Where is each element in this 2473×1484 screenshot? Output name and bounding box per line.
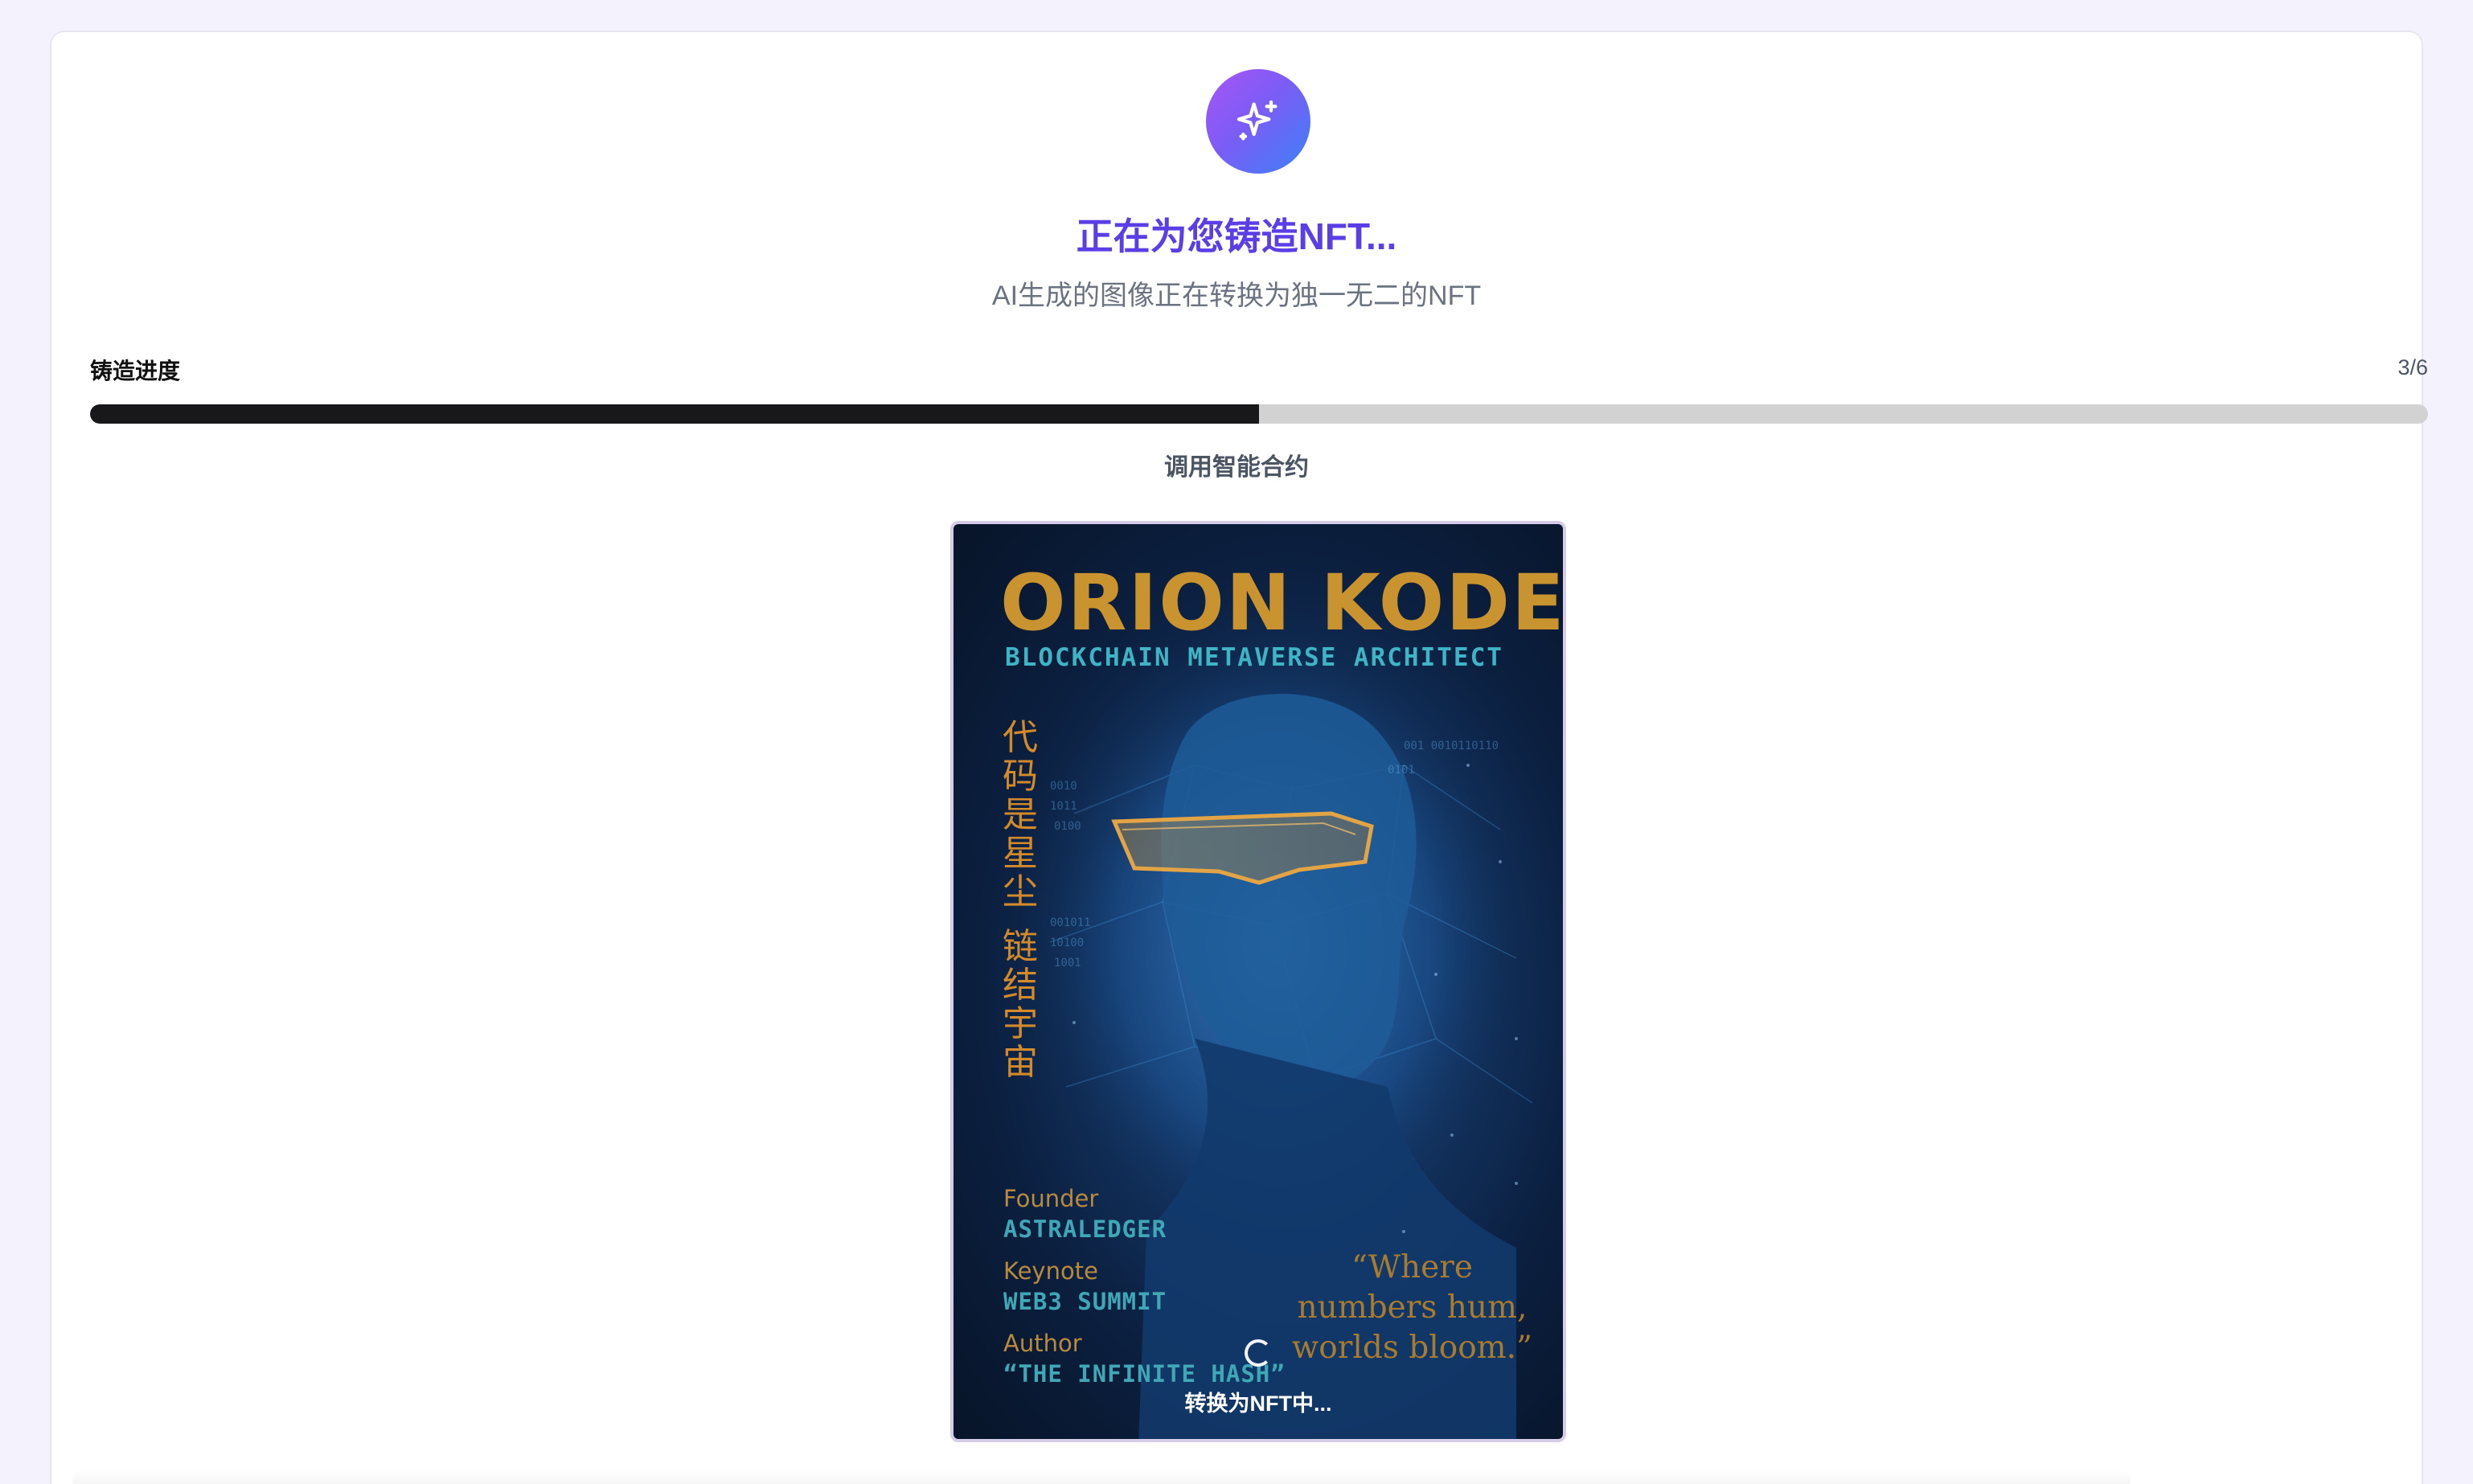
card-bottom-shadow (72, 1470, 2131, 1484)
svg-text:10100: 10100 (1050, 937, 1084, 949)
progress-bar-fill (90, 404, 1259, 424)
poster-title: ORION KODEX (1000, 558, 1566, 648)
poster-meta-key: Author (1003, 1330, 1082, 1357)
page-title: 正在为您铸造NFT... (1076, 215, 1397, 257)
poster-meta-value: WEB3 SUMMIT (1003, 1288, 1167, 1315)
generated-image-preview: 0010 1011 0100 001011 10100 1001 001 001… (950, 521, 1566, 1442)
poster-meta-value: ASTRALEDGER (1003, 1215, 1167, 1243)
minting-page: 正在为您铸造NFT... AI生成的图像正在转换为独一无二的NFT 铸造进度 3… (0, 0, 2473, 1484)
svg-text:1011: 1011 (1050, 800, 1077, 813)
svg-text:001 0010110110: 001 0010110110 (1404, 740, 1499, 752)
poster-subtitle: BLOCKCHAIN METAVERSE ARCHITECT (1005, 643, 1503, 672)
loading-spinner-icon (1245, 1339, 1272, 1367)
progress-label: 铸造进度 (90, 359, 181, 383)
poster-meta-key: Keynote (1003, 1257, 1098, 1285)
poster-vertical-text-2: 链结宇宙 (1003, 926, 1038, 1083)
poster-vertical-text-1: 代码是星尘 (1003, 717, 1038, 912)
current-step-label: 调用智能合约 (1164, 454, 1309, 481)
poster-meta-value: “THE INFINITE HASH” (1003, 1360, 1286, 1388)
page-subtitle: AI生成的图像正在转换为独一无二的NFT (991, 281, 1482, 311)
sparkles-icon (1206, 69, 1310, 174)
progress-count: 3/6 (2397, 355, 2428, 379)
svg-text:001011: 001011 (1050, 916, 1091, 929)
svg-text:0101: 0101 (1388, 764, 1415, 777)
svg-text:0010: 0010 (1050, 780, 1077, 793)
poster-quote: “Where numbers hum, worlds bloom.” (1291, 1249, 1532, 1366)
progress-bar (90, 404, 2428, 424)
svg-text:1001: 1001 (1054, 957, 1081, 970)
svg-text:0100: 0100 (1054, 820, 1081, 833)
converting-status: 转换为NFT中... (1184, 1392, 1332, 1416)
poster-meta-key: Founder (1003, 1185, 1099, 1212)
